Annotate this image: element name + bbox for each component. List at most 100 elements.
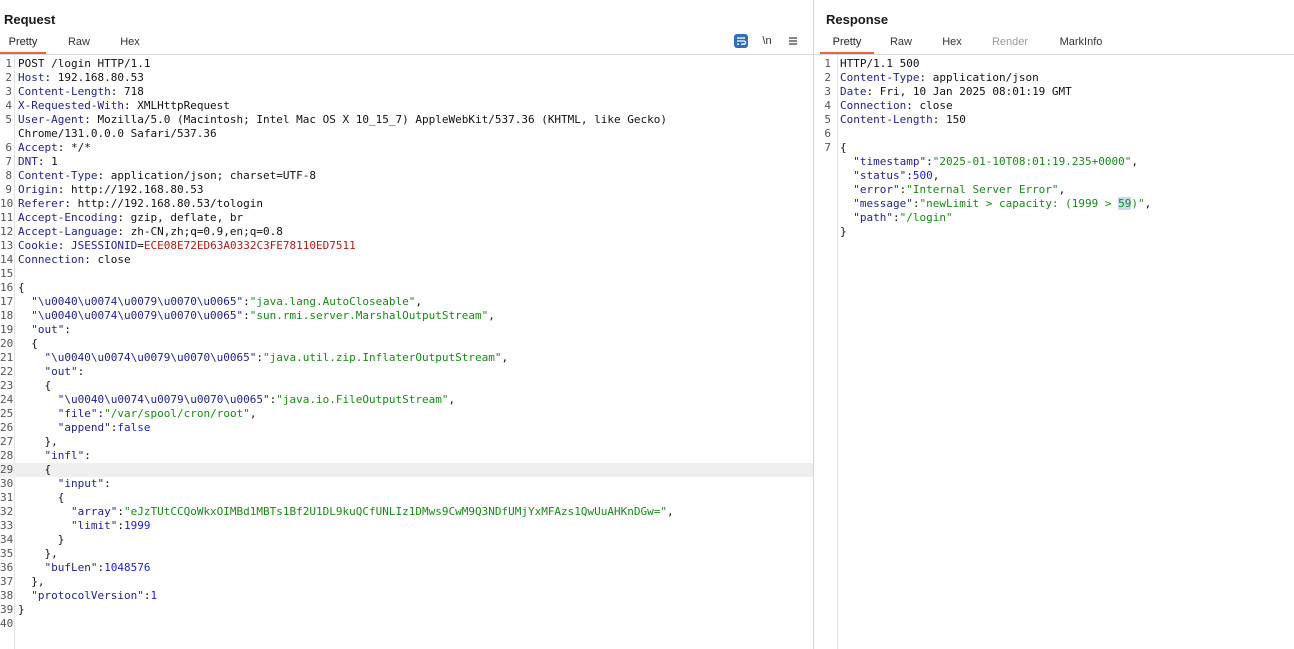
request-line: 20 {: [0, 337, 813, 351]
code-token: :: [117, 519, 124, 532]
code-token: "out": [31, 323, 65, 336]
line-number: 35: [0, 547, 14, 560]
code-token: "2025-01-10T08:01:19.235+0000": [932, 155, 1132, 168]
line-number: 19: [0, 323, 14, 336]
code-token: HTTP/1.1 500: [840, 57, 920, 70]
line-number: 7: [824, 141, 831, 154]
request-line: 14 Connection: close: [0, 253, 813, 267]
tab-hex[interactable]: Hex: [110, 32, 150, 53]
code-text: "out":: [18, 323, 71, 337]
code-token: JSESSIONID: [71, 239, 138, 252]
code-token: {: [18, 463, 52, 476]
code-token: Accept: [18, 141, 58, 154]
request-line: 27 },: [0, 435, 813, 449]
request-line: 40: [0, 617, 813, 631]
request-panel: Request Pretty Raw Hex \n 1 POST /login H…: [0, 0, 813, 649]
request-line: 37 },: [0, 575, 813, 589]
code-token: 500: [912, 169, 933, 182]
code-token: : application/json; charset=UTF-8: [97, 169, 317, 182]
code-token: "status": [853, 169, 907, 182]
code-token: },: [18, 575, 45, 588]
line-number: 15: [0, 267, 14, 280]
code-text: "status":500,: [840, 169, 939, 183]
code-text: {: [840, 141, 847, 155]
response-line: 4 Connection: close: [814, 99, 1294, 113]
request-editor[interactable]: 1 POST /login HTTP/1.1 2 Host: 192.168.80.5…: [0, 55, 813, 649]
code-token: : zh-CN,zh;q=0.9,en;q=0.8: [117, 225, 283, 238]
code-text: }: [18, 603, 25, 617]
code-text: {: [18, 337, 38, 351]
code-text: "array":"eJzTUtCCQoWkxOIMBd1MBTs1Bf2U1DL…: [18, 505, 674, 519]
line-number: 27: [0, 435, 14, 448]
response-panel: Response Pretty Raw Hex Render MarkInfo …: [814, 0, 1294, 649]
line-number: 38: [0, 589, 14, 602]
code-token: "\u0040\u0074\u0079\u0070\u0065": [31, 295, 244, 308]
line-number: 30: [0, 477, 14, 490]
code-token: "array": [70, 505, 118, 518]
request-line: 25 "file":"/var/spool/cron/root",: [0, 407, 813, 421]
hamburger-menu-icon[interactable]: [786, 34, 800, 48]
code-token: DNT: [18, 155, 38, 168]
line-number: 6: [5, 141, 12, 154]
line-number: 2: [5, 71, 12, 84]
tab-markinfo[interactable]: MarkInfo: [1052, 32, 1110, 53]
code-token: Host: [18, 71, 45, 84]
code-text: },: [18, 435, 57, 449]
code-text: "out":: [18, 365, 85, 379]
code-token: :: [64, 323, 71, 336]
tab-pretty[interactable]: Pretty: [0, 32, 46, 54]
code-token: ,: [667, 505, 674, 518]
code-token: Content-Length: [840, 113, 933, 126]
line-number: 1: [5, 57, 12, 70]
code-token: "java.util.zip.InflaterOutputStream": [263, 351, 502, 364]
code-token: Connection: [840, 99, 907, 112]
request-line: 26 "append":false: [0, 421, 813, 435]
request-line: 39}: [0, 603, 813, 617]
wrap-lines-icon[interactable]: [734, 34, 748, 48]
line-number: 1: [824, 57, 831, 70]
tab-pretty[interactable]: Pretty: [820, 32, 874, 54]
request-line: 31 {: [0, 491, 813, 505]
code-text: "protocolVersion":1: [18, 589, 157, 603]
line-number: 5: [5, 113, 12, 126]
line-number: 29: [0, 463, 14, 476]
tab-raw[interactable]: Raw: [880, 32, 922, 53]
code-token: POST /login HTTP/1.1: [18, 57, 151, 70]
code-token: "\u0040\u0074\u0079\u0070\u0065": [31, 309, 244, 322]
code-token: : gzip, deflate, br: [117, 211, 244, 224]
code-text: }: [840, 225, 847, 239]
line-number: 12: [0, 225, 14, 238]
tab-raw[interactable]: Raw: [58, 32, 100, 53]
code-text: "infl":: [18, 449, 91, 463]
request-line: 22 "out":: [0, 365, 813, 379]
request-line: 35 },: [0, 547, 813, 561]
response-line: 1 HTTP/1.1 500: [814, 57, 1294, 71]
request-line: 30 "input":: [0, 477, 813, 491]
newline-toggle-button[interactable]: \n: [758, 34, 776, 48]
line-number: 28: [0, 449, 14, 462]
code-token: {: [18, 379, 52, 392]
code-token: "file": [57, 407, 98, 420]
line-number: 22: [0, 365, 14, 378]
line-number: 3: [5, 85, 12, 98]
code-text: Content-Type: application/json: [840, 71, 1039, 85]
code-token: :: [84, 449, 91, 462]
tab-hex[interactable]: Hex: [932, 32, 972, 53]
line-number: 7: [5, 155, 12, 168]
request-line: Chrome/131.0.0.0 Safari/537.36: [0, 127, 813, 141]
response-editor[interactable]: 1 HTTP/1.1 500 2 Content-Type: application/…: [814, 55, 1294, 649]
code-token: {: [18, 491, 65, 504]
code-token: Content-Length: [18, 85, 111, 98]
response-line: 2 Content-Type: application/json: [814, 71, 1294, 85]
code-text: "message":"newLimit > capacity: (1999 > …: [840, 197, 1151, 211]
request-line: 3 Content-Length: 718: [0, 85, 813, 99]
response-line: "timestamp":"2025-01-10T08:01:19.235+000…: [814, 155, 1294, 169]
code-token: :: [243, 295, 250, 308]
response-line: 7{: [814, 141, 1294, 155]
